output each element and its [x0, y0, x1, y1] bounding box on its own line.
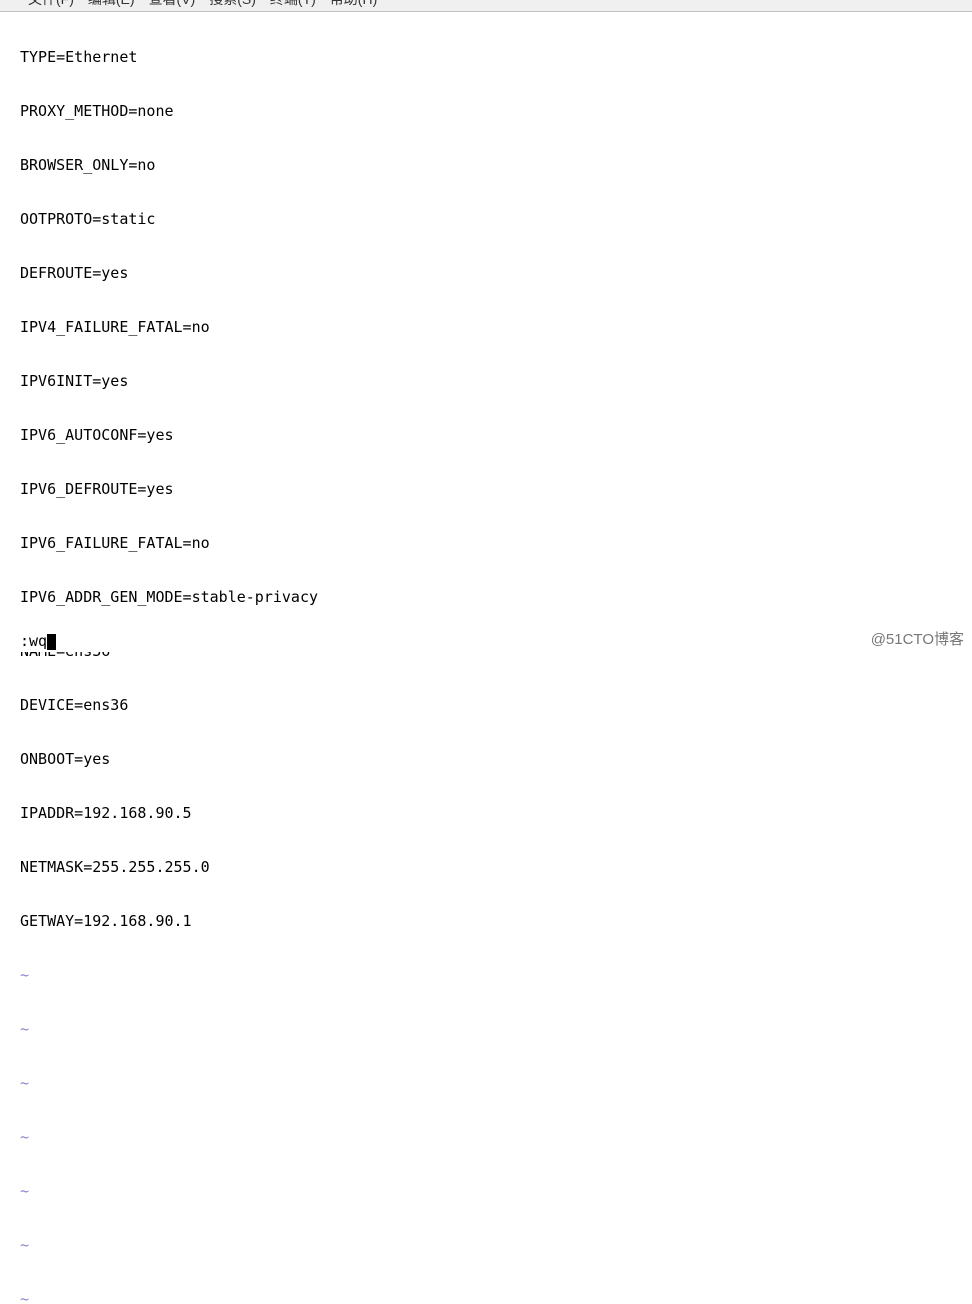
config-line: DEVICE=ens36: [20, 696, 972, 714]
config-line: BROWSER_ONLY=no: [20, 156, 972, 174]
menu-file[interactable]: 文件(F): [28, 0, 74, 4]
config-line: IPADDR=192.168.90.5: [20, 804, 972, 822]
menu-terminal[interactable]: 终端(T): [270, 0, 316, 4]
empty-line-tilde: ~: [20, 1074, 972, 1092]
config-line: IPV6INIT=yes: [20, 372, 972, 390]
editor-viewport[interactable]: TYPE=Ethernet PROXY_METHOD=none BROWSER_…: [0, 12, 972, 1304]
config-line: IPV4_FAILURE_FATAL=no: [20, 318, 972, 336]
config-line: PROXY_METHOD=none: [20, 102, 972, 120]
empty-line-tilde: ~: [20, 1236, 972, 1254]
config-line: IPV6_AUTOCONF=yes: [20, 426, 972, 444]
empty-line-tilde: ~: [20, 1020, 972, 1038]
config-line: DEFROUTE=yes: [20, 264, 972, 282]
config-line: IPV6_ADDR_GEN_MODE=stable-privacy: [20, 588, 972, 606]
config-line: TYPE=Ethernet: [20, 48, 972, 66]
empty-line-tilde: ~: [20, 1182, 972, 1200]
menu-edit[interactable]: 编辑(E): [88, 0, 135, 4]
empty-line-tilde: ~: [20, 1290, 972, 1304]
menu-view[interactable]: 查看(V): [149, 0, 196, 4]
menu-search[interactable]: 搜索(S): [209, 0, 256, 4]
cmdline-prefix: :: [20, 632, 29, 650]
vim-command-line[interactable]: :wq: [20, 632, 972, 652]
empty-line-tilde: ~: [20, 966, 972, 984]
empty-line-tilde: ~: [20, 1128, 972, 1146]
config-line: NETMASK=255.255.255.0: [20, 858, 972, 876]
config-line: IPV6_FAILURE_FATAL=no: [20, 534, 972, 552]
config-line: ONBOOT=yes: [20, 750, 972, 768]
config-line: GETWAY=192.168.90.1: [20, 912, 972, 930]
cursor-block-icon: [47, 634, 56, 650]
config-line: OOTPROTO=static: [20, 210, 972, 228]
watermark: @51CTO博客: [871, 628, 964, 649]
menu-help[interactable]: 帮助(H): [330, 0, 377, 4]
cmdline-command: wq: [29, 632, 47, 650]
menubar: 文件(F) 编辑(E) 查看(V) 搜索(S) 终端(T) 帮助(H): [0, 0, 972, 12]
config-line: IPV6_DEFROUTE=yes: [20, 480, 972, 498]
